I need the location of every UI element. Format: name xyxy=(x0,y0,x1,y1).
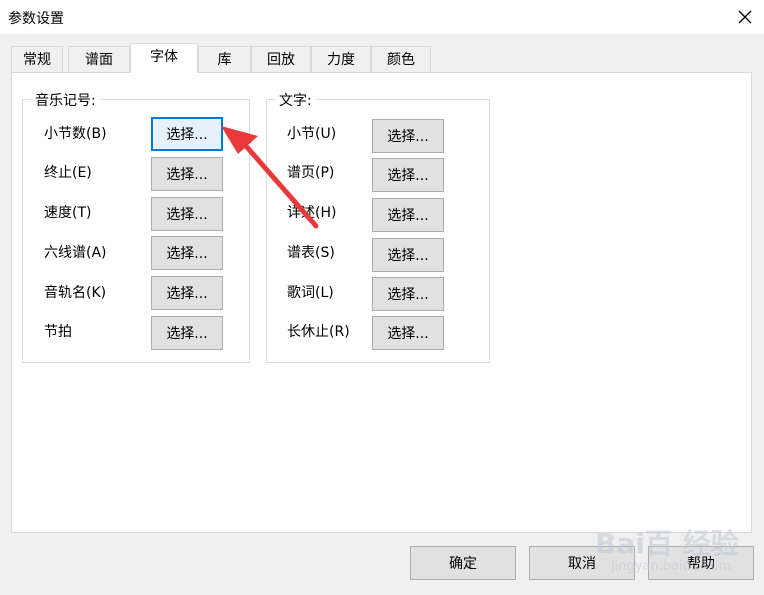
select-page-button[interactable]: 选择... xyxy=(372,158,444,192)
select-staff-button[interactable]: 选择... xyxy=(372,238,444,272)
close-button[interactable] xyxy=(726,0,764,34)
select-tempo-button[interactable]: 选择... xyxy=(151,197,223,231)
select-lyrics-button[interactable]: 选择... xyxy=(372,277,444,311)
tab-panel: 音乐记号: 小节数(B) 选择... 终止(E) 选择... 速度(T) 选择.… xyxy=(11,72,752,533)
music-symbols-title: 音乐记号: xyxy=(31,90,100,110)
text-group-title: 文字: xyxy=(275,90,316,110)
tab-font[interactable]: 字体 xyxy=(130,43,198,73)
row-label: 小节数(B) xyxy=(44,126,107,142)
tab-score[interactable]: 谱面 xyxy=(68,46,130,72)
help-button[interactable]: 帮助 xyxy=(648,546,754,580)
text-group: 文字: 小节(U) 选择... 谱页(P) 选择... 详述(H) 选择... … xyxy=(266,90,490,363)
row-label: 长休止(R) xyxy=(287,324,350,340)
select-detail-button[interactable]: 选择... xyxy=(372,198,444,232)
row-label: 终止(E) xyxy=(44,165,92,181)
row-label: 六线谱(A) xyxy=(44,245,107,261)
row-label: 小节(U) xyxy=(287,126,337,142)
select-track-name-button[interactable]: 选择... xyxy=(151,276,223,310)
row-label: 速度(T) xyxy=(44,205,92,221)
tab-color[interactable]: 颜色 xyxy=(371,46,431,72)
row-label: 音轨名(K) xyxy=(44,285,107,301)
select-multirest-button[interactable]: 选择... xyxy=(372,316,444,350)
window-title: 参数设置 xyxy=(8,11,64,27)
tab-library[interactable]: 库 xyxy=(198,46,251,72)
select-ending-button[interactable]: 选择... xyxy=(151,157,223,191)
select-time-signature-button[interactable]: 选择... xyxy=(151,316,223,350)
row-label: 谱表(S) xyxy=(287,245,335,261)
ok-button[interactable]: 确定 xyxy=(410,546,516,580)
cancel-button[interactable]: 取消 xyxy=(529,546,635,580)
select-tablature-button[interactable]: 选择... xyxy=(151,236,223,270)
row-label: 歌词(L) xyxy=(287,285,334,301)
select-measure-number-button[interactable]: 选择... xyxy=(151,117,223,151)
close-icon xyxy=(738,10,752,24)
row-label: 节拍 xyxy=(44,324,72,340)
row-label: 详述(H) xyxy=(287,205,337,221)
row-label: 谱页(P) xyxy=(287,165,335,181)
select-measure-text-button[interactable]: 选择... xyxy=(372,119,444,153)
tab-general[interactable]: 常规 xyxy=(11,46,63,72)
title-bar: 参数设置 xyxy=(0,0,764,34)
tab-playback[interactable]: 回放 xyxy=(251,46,311,72)
music-symbols-group: 音乐记号: 小节数(B) 选择... 终止(E) 选择... 速度(T) 选择.… xyxy=(22,90,250,363)
tab-velocity[interactable]: 力度 xyxy=(311,46,371,72)
